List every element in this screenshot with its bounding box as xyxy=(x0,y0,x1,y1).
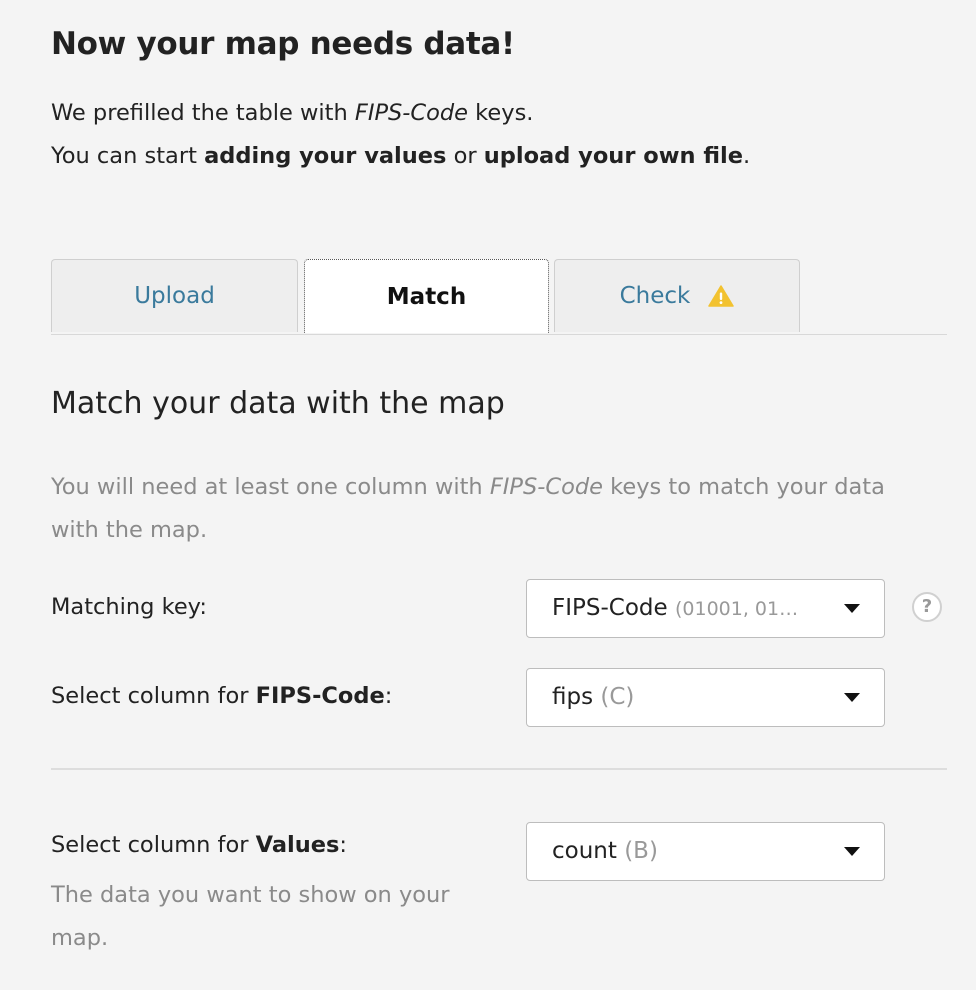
key-column-label: Select column for FIPS-Code: xyxy=(51,683,393,709)
matching-key-value: FIPS-Code xyxy=(552,595,668,621)
value-column-value: count xyxy=(552,838,617,864)
value-column-description: The data you want to show on your map. xyxy=(51,882,450,951)
matching-key-label: Matching key: xyxy=(51,594,207,620)
chevron-down-icon xyxy=(844,693,860,702)
value-column-hint: (B) xyxy=(624,838,658,864)
key-column-select[interactable]: fips (C) xyxy=(526,668,885,727)
match-section-title: Match your data with the map xyxy=(51,386,505,421)
intro-text: We prefilled the table with FIPS-Code ke… xyxy=(51,92,750,178)
match-help-text: You will need at least one column with F… xyxy=(51,474,885,543)
intro-key-name: FIPS-Code xyxy=(354,100,469,126)
help-icon[interactable]: ? xyxy=(912,592,942,622)
help-key-name: FIPS-Code xyxy=(489,474,604,500)
intro-line-1: We prefilled the table with FIPS-Code ke… xyxy=(51,100,534,126)
tab-match-label: Match xyxy=(386,283,467,310)
upload-file-emphasis: upload your own file xyxy=(483,143,743,169)
tab-match[interactable]: Match xyxy=(304,259,549,333)
matching-key-hint: (01001, 01… xyxy=(674,598,799,620)
chevron-down-icon xyxy=(844,604,860,613)
tab-check[interactable]: Check xyxy=(554,259,800,332)
add-values-emphasis: adding your values xyxy=(204,143,447,169)
value-column-label: Select column for Values: xyxy=(51,832,347,858)
warning-icon xyxy=(708,285,735,307)
key-column-hint: (C) xyxy=(600,684,635,710)
step-tabs: Upload Match Check xyxy=(51,259,947,335)
value-column-select[interactable]: count (B) xyxy=(526,822,885,881)
divider xyxy=(51,768,947,770)
chevron-down-icon xyxy=(844,847,860,856)
key-column-value: fips xyxy=(552,684,594,710)
intro-line-2: You can start adding your values or uplo… xyxy=(51,143,751,169)
matching-key-select[interactable]: FIPS-Code (01001, 01… xyxy=(526,579,885,638)
tab-check-label: Check xyxy=(619,283,691,309)
page-title: Now your map needs data! xyxy=(51,26,515,62)
tab-upload-label: Upload xyxy=(134,283,215,309)
tab-upload[interactable]: Upload xyxy=(51,259,298,332)
